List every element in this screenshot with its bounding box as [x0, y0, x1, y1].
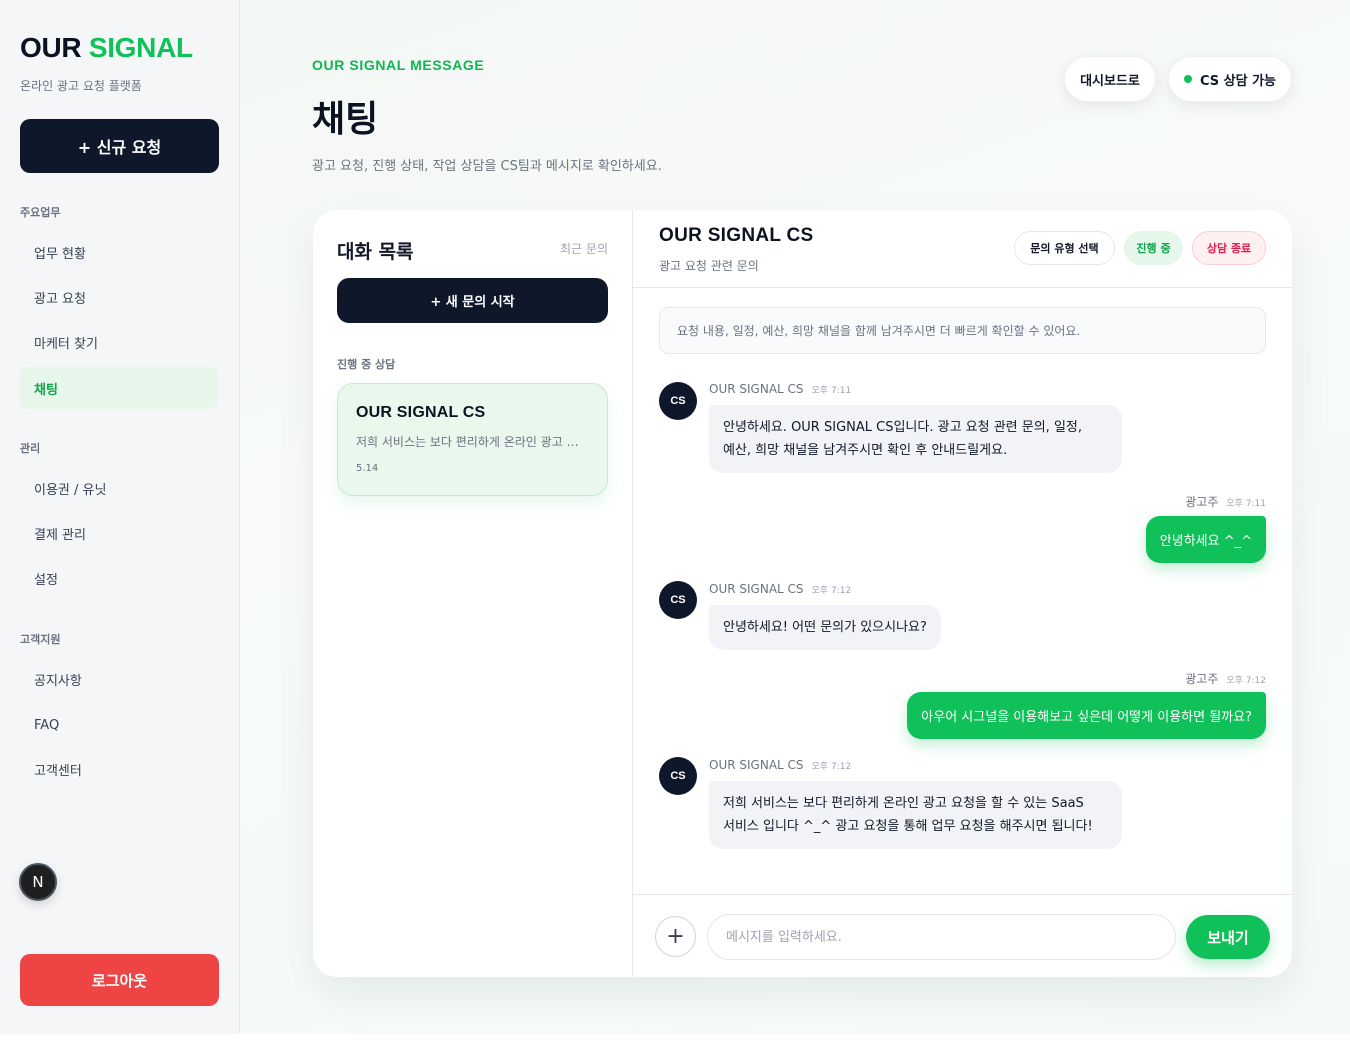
page-description: 광고 요청, 진행 상태, 작업 상담을 CS팀과 메시지로 확인하세요.	[312, 159, 662, 174]
in-progress-badge[interactable]: 진행 중	[1124, 231, 1183, 265]
message-meta: 광고주 오후 7:12	[1185, 670, 1266, 687]
message-sender: OUR SIGNAL CS	[709, 582, 804, 596]
send-button[interactable]: 보내기	[1186, 915, 1270, 959]
message-bubble-in: 안녕하세요. OUR SIGNAL CS입니다. 광고 요청 관련 문의, 일정…	[709, 405, 1122, 473]
end-consultation-button[interactable]: 상담 종료	[1192, 231, 1266, 265]
sidebar-item-find-marketer[interactable]: 마케터 찾기	[20, 321, 218, 363]
message-sender: 광고주	[1185, 672, 1219, 686]
section-label-main: 주요업무	[20, 206, 61, 219]
message-time: 오후 7:11	[1226, 499, 1266, 509]
brand-name-part2: SIGNAL	[88, 32, 193, 63]
message-sender: OUR SIGNAL CS	[709, 382, 804, 396]
message-meta: OUR SIGNAL CS 오후 7:12	[709, 758, 851, 772]
cs-avatar: CS	[659, 382, 697, 420]
message-sender: OUR SIGNAL CS	[709, 758, 804, 772]
message-line: 안녕하세요. OUR SIGNAL CS입니다. 광고 요청 관련 문의, 일정…	[723, 420, 1082, 435]
conversation-preview: 저희 서비스는 보다 편리하게 온라인 광고 요청을 할 수 있는 SaaS 서…	[356, 435, 588, 449]
brand-subtitle: 온라인 광고 요청 플랫폼	[20, 79, 142, 93]
page: OUR SIGNAL 온라인 광고 요청 플랫폼 + 신규 요청 주요업무 업무…	[0, 0, 1350, 1034]
recent-inquiry-link[interactable]: 최근 문의	[560, 240, 608, 257]
cs-avatar: CS	[659, 581, 697, 619]
message-time: 오후 7:11	[811, 386, 852, 396]
message-time: 오후 7:12	[1226, 676, 1266, 686]
notice-banner: 요청 내용, 일정, 예산, 희망 채널을 함께 남겨주시면 더 빠르게 확인할…	[659, 307, 1266, 354]
message-composer: + 보내기	[633, 894, 1292, 977]
inquiry-type-button[interactable]: 문의 유형 선택	[1014, 231, 1115, 265]
cs-avatar: CS	[659, 757, 697, 795]
brand-name-part1: OUR	[20, 32, 82, 63]
in-progress-label: 진행 중 상담	[337, 358, 396, 371]
sidebar: OUR SIGNAL 온라인 광고 요청 플랫폼 + 신규 요청 주요업무 업무…	[0, 0, 240, 1034]
sidebar-item-chat[interactable]: 채팅	[20, 367, 218, 409]
sidebar-item-ad-request[interactable]: 광고 요청	[20, 276, 218, 318]
cs-status-label: CS 상담 가능	[1199, 73, 1277, 89]
message-line: 저희 서비스는 보다 편리하게 온라인 광고 요청을 할 수 있는 SaaS	[723, 796, 1084, 811]
chat-pane: OUR SIGNAL CS 광고 요청 관련 문의 문의 유형 선택 진행 중 …	[633, 210, 1292, 977]
message-line: 안녕하세요! 어떤 문의가 있으시나요?	[723, 620, 927, 635]
chat-title: OUR SIGNAL CS	[659, 225, 814, 246]
sidebar-item-settings[interactable]: 설정	[20, 557, 218, 599]
message-line: 서비스 입니다 ^_^ 광고 요청을 통해 업무 요청을 해주시면 됩니다!	[723, 819, 1093, 834]
message-bubble-in: 저희 서비스는 보다 편리하게 온라인 광고 요청을 할 수 있는 SaaS 서…	[709, 781, 1122, 849]
cs-status-button[interactable]: CS 상담 가능	[1168, 56, 1292, 102]
sidebar-item-payment[interactable]: 결제 관리	[20, 512, 218, 554]
sidebar-item-faq[interactable]: FAQ	[20, 704, 218, 746]
attach-plus-icon[interactable]: +	[655, 916, 696, 957]
dashboard-button[interactable]: 대시보드로	[1064, 56, 1156, 102]
conversation-list: 대화 목록 최근 문의 + 새 문의 시작 진행 중 상담 OUR SIGNAL…	[313, 210, 633, 977]
sidebar-item-notice[interactable]: 공지사항	[20, 658, 218, 700]
message-time: 오후 7:12	[811, 762, 852, 772]
message-bubble-in: 안녕하세요! 어떤 문의가 있으시나요?	[709, 605, 941, 650]
message-bubble-out: 안녕하세요 ^_^	[1145, 516, 1266, 563]
sidebar-item-pass-unit[interactable]: 이용권 / 유닛	[20, 467, 218, 509]
message-line: 예산, 희망 채널을 남겨주시면 확인 후 안내드릴게요.	[723, 443, 1008, 458]
chat-subtitle: 광고 요청 관련 문의	[659, 259, 759, 273]
new-inquiry-button[interactable]: + 새 문의 시작	[337, 278, 608, 323]
message-meta: OUR SIGNAL CS 오후 7:12	[709, 582, 851, 596]
conversation-item[interactable]: OUR SIGNAL CS 저희 서비스는 보다 편리하게 온라인 광고 요청을…	[337, 383, 608, 496]
message-meta: OUR SIGNAL CS 오후 7:11	[709, 382, 851, 396]
message-input[interactable]	[707, 914, 1176, 960]
sidebar-item-work-status[interactable]: 업무 현황	[20, 231, 218, 273]
chat-header: OUR SIGNAL CS 광고 요청 관련 문의 문의 유형 선택 진행 중 …	[633, 210, 1292, 288]
section-label-manage: 관리	[20, 442, 41, 455]
page-eyebrow: OUR SIGNAL MESSAGE	[312, 57, 485, 73]
message-bubble-out: 아우어 시그널을 이용해보고 싶은데 어떻게 이용하면 될까요?	[907, 692, 1266, 739]
message-meta: 광고주 오후 7:11	[1185, 493, 1266, 510]
new-request-button[interactable]: + 신규 요청	[20, 119, 219, 173]
conversation-list-title: 대화 목록	[337, 241, 414, 263]
message-sender: 광고주	[1185, 495, 1219, 509]
n-badge-icon[interactable]: N	[19, 863, 57, 901]
conversation-name: OUR SIGNAL CS	[356, 404, 486, 421]
brand-logo[interactable]: OUR SIGNAL	[20, 32, 193, 64]
chat-card: 대화 목록 최근 문의 + 새 문의 시작 진행 중 상담 OUR SIGNAL…	[313, 210, 1292, 977]
message-time: 오후 7:12	[811, 586, 852, 596]
page-title: 채팅	[312, 99, 379, 140]
conversation-date: 5.14	[356, 463, 379, 474]
logout-button[interactable]: 로그아웃	[20, 954, 219, 1006]
sidebar-item-customer-center[interactable]: 고객센터	[20, 748, 218, 790]
section-label-support: 고객지원	[20, 633, 61, 646]
status-dot-icon	[1183, 75, 1192, 83]
